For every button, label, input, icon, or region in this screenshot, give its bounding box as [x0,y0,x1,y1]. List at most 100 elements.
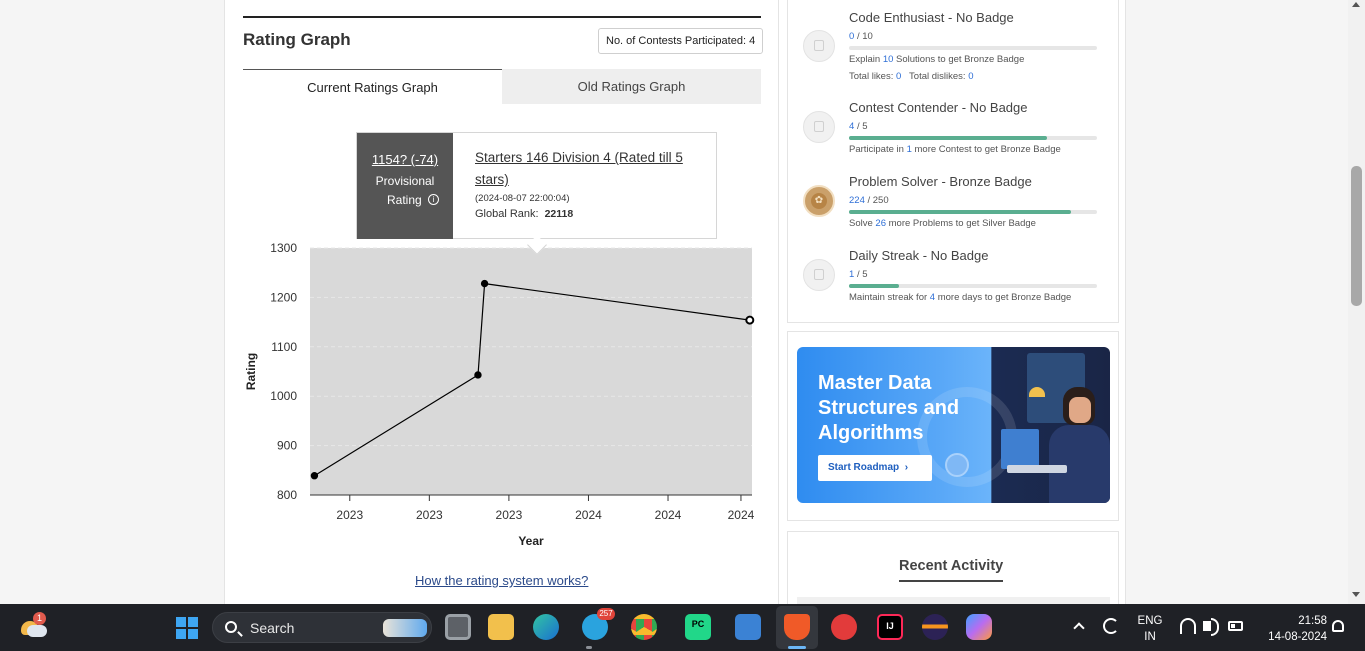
start-roadmap-button[interactable]: Start Roadmap › [818,455,932,481]
rating-data-point [474,371,482,379]
tooltip-date: (2024-08-07 22:00:04) [475,193,570,204]
badge-desc-text: more Problems to get Silver Badge [885,218,1036,229]
badge-progress-current: 224 [849,195,865,206]
badge-progress-fill [849,136,1048,140]
lock-icon [814,269,824,280]
edge-browser-icon[interactable] [533,614,559,640]
y-tick-label: 1300 [270,241,297,255]
taskbar-search-box[interactable]: Search [212,612,432,643]
lock-icon [814,40,824,51]
info-icon[interactable]: i [428,194,439,205]
show-hidden-icons-chevron-icon[interactable] [1073,622,1085,634]
contest-count-badge: No. of Contests Participated: 4 [598,28,764,54]
clock-date: 14-08-2024 [1268,631,1327,643]
x-tick-label: 2023 [496,508,523,522]
telegram-icon[interactable]: 257 [582,608,615,640]
task-view-icon[interactable] [445,614,471,640]
wifi-icon[interactable] [1180,618,1196,634]
tab-old-ratings[interactable]: Old Ratings Graph [502,69,761,104]
dsa-roadmap-banner[interactable]: Master Data Structures and Algorithms St… [797,347,1110,503]
badge-progress-text: 224 / 250 [849,195,889,206]
lock-icon [814,121,824,132]
rating-data-point [480,279,489,288]
scroll-down-arrow-icon[interactable] [1352,592,1360,597]
pycharm-label: PC [691,619,705,629]
windows-taskbar: 1 Search 257 PC IJ ENG IN 21:58 14-08-2024 [0,604,1365,651]
battery-icon[interactable] [1228,621,1243,631]
active-app-indicator [788,646,806,649]
rating-data-point [745,315,755,325]
tooltip-rating-value[interactable]: 1154? (-74) [357,152,453,167]
volume-icon[interactable] [1203,618,1219,636]
x-tick-label: 2023 [336,508,363,522]
scrollbar-thumb[interactable] [1351,166,1362,306]
cloud-icon [27,625,47,637]
badge-progress-current: 1 [849,269,855,280]
file-explorer-icon[interactable] [488,614,514,640]
brave-browser-icon[interactable] [784,614,810,640]
tooltip-rating-panel: 1154? (-74) Provisional Rating i [357,133,453,239]
badges-card: Code Enthusiast - No Badge 0 / 10 Explai… [787,0,1119,323]
microsoft-store-icon[interactable] [735,614,761,640]
lamp-illustration [1029,387,1045,397]
badge-description: Participate in 1 more Contest to get Bro… [849,144,1061,155]
copilot-icon[interactable] [966,614,992,640]
intellij-icon[interactable]: IJ [877,614,903,640]
badge-progress-fill [849,210,1072,214]
weather-notification-badge: 1 [33,612,46,625]
total-likes-label: Total likes: [849,71,894,82]
y-tick-label: 900 [277,439,297,453]
badge-progress-target: / 5 [856,121,868,132]
eclipse-icon[interactable] [922,614,948,640]
monitor-illustration [1001,429,1039,469]
app-red-icon[interactable] [831,614,857,640]
badge-progress-bar [849,284,1097,288]
notification-bell-icon[interactable] [1332,620,1344,632]
clock[interactable]: 21:58 14-08-2024 [1255,613,1327,645]
locked-badge-icon [803,111,835,143]
tooltip-rating-label: Rating [387,193,422,207]
language-indicator[interactable]: ENG IN [1137,613,1163,645]
banner-title: Master Data Structures and Algorithms [818,372,960,444]
chrome-browser-icon[interactable] [631,614,657,640]
badge-desc-text: Participate in [849,144,907,155]
y-axis-label: Rating [244,353,258,390]
badge-progress-target: / 10 [856,31,873,42]
chevron-right-icon: › [904,462,909,473]
rating-system-link[interactable]: How the rating system works? [415,573,588,588]
badge-progress-target: / 250 [867,195,889,206]
person-face-illustration [1069,397,1091,423]
windows-start-icon[interactable] [176,617,198,639]
running-indicator [586,646,592,649]
badge-desc-text: Solve [849,218,876,229]
y-tick-label: 1200 [270,290,297,304]
search-highlight-icon [383,619,427,637]
decorative-dot [945,453,969,477]
badge-title: Contest Contender - No Badge [849,100,1028,115]
y-tick-label: 1000 [270,389,297,403]
badge-desc-number: 26 [875,218,886,229]
rating-graph-title: Rating Graph [243,30,351,49]
profile-content: Rating Graph No. of Contests Participate… [224,0,1126,605]
badge-progress-current: 0 [849,31,855,42]
x-axis-label: Year [518,534,544,548]
start-roadmap-label: Start Roadmap [828,462,900,473]
sync-icon[interactable] [1103,618,1119,634]
tab-current-ratings[interactable]: Current Ratings Graph [243,69,502,104]
search-icon [225,621,237,633]
scroll-up-arrow-icon[interactable] [1352,2,1360,7]
vertical-scrollbar[interactable] [1348,0,1365,604]
badge-progress-text: 1 / 5 [849,269,868,280]
badge-desc-text: more Contest to get Bronze Badge [911,144,1061,155]
x-tick-label: 2023 [416,508,443,522]
x-tick-label: 2024 [728,508,755,522]
pycharm-icon[interactable]: PC [685,614,711,640]
weather-widget-icon[interactable]: 1 [19,612,47,639]
badge-likes: Total likes: 0 Total dislikes: 0 [849,71,973,82]
intellij-label: IJ [886,621,894,631]
x-tick-label: 2024 [655,508,682,522]
laptop-illustration [1007,465,1067,473]
tooltip-contest-link[interactable]: Starters 146 Division 4 (Rated till 5 st… [475,147,705,191]
badge-progress-fill [849,284,899,288]
badge-desc-text: Solutions to get Bronze Badge [893,54,1025,65]
